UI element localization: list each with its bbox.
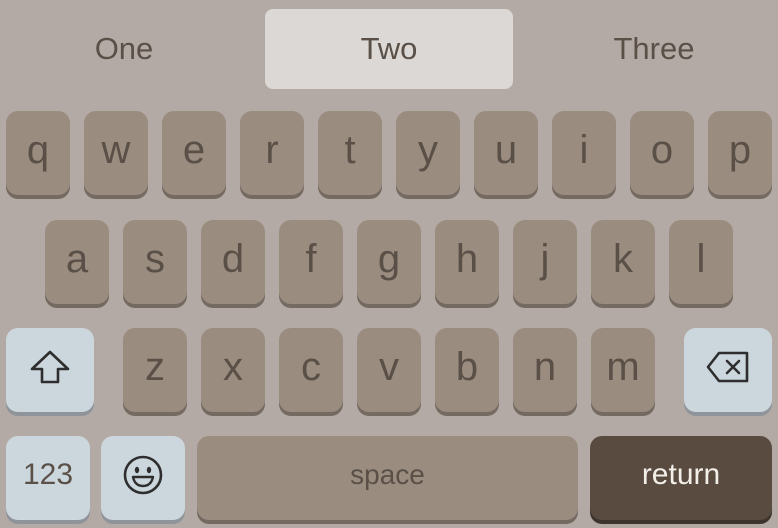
key-i[interactable]: i <box>552 111 616 195</box>
key-e[interactable]: e <box>162 111 226 195</box>
key-q[interactable]: q <box>6 111 70 195</box>
key-b[interactable]: b <box>435 328 499 412</box>
shift-icon <box>28 349 72 385</box>
key-m[interactable]: m <box>591 328 655 412</box>
suggestion-one[interactable]: One <box>0 9 248 89</box>
key-o[interactable]: o <box>630 111 694 195</box>
key-x[interactable]: x <box>201 328 265 412</box>
key-s[interactable]: s <box>123 220 187 304</box>
key-l[interactable]: l <box>669 220 733 304</box>
numbers-key[interactable]: 123 <box>6 436 90 520</box>
key-c[interactable]: c <box>279 328 343 412</box>
key-f[interactable]: f <box>279 220 343 304</box>
key-v[interactable]: v <box>357 328 421 412</box>
backspace-key[interactable] <box>684 328 772 412</box>
key-g[interactable]: g <box>357 220 421 304</box>
key-y[interactable]: y <box>396 111 460 195</box>
key-t[interactable]: t <box>318 111 382 195</box>
key-u[interactable]: u <box>474 111 538 195</box>
key-z[interactable]: z <box>123 328 187 412</box>
key-n[interactable]: n <box>513 328 577 412</box>
return-key[interactable]: return <box>590 436 772 520</box>
key-p[interactable]: p <box>708 111 772 195</box>
key-r[interactable]: r <box>240 111 304 195</box>
suggestion-three[interactable]: Three <box>530 9 778 89</box>
key-k[interactable]: k <box>591 220 655 304</box>
key-h[interactable]: h <box>435 220 499 304</box>
suggestion-bar: One Two Three <box>0 0 778 100</box>
key-j[interactable]: j <box>513 220 577 304</box>
key-a[interactable]: a <box>45 220 109 304</box>
smiley-face-icon <box>122 454 164 496</box>
key-w[interactable]: w <box>84 111 148 195</box>
shift-key[interactable] <box>6 328 94 412</box>
space-key[interactable]: space <box>197 436 578 520</box>
emoji-key[interactable] <box>101 436 185 520</box>
key-d[interactable]: d <box>201 220 265 304</box>
suggestion-two[interactable]: Two <box>265 9 513 89</box>
backspace-icon <box>705 350 751 384</box>
